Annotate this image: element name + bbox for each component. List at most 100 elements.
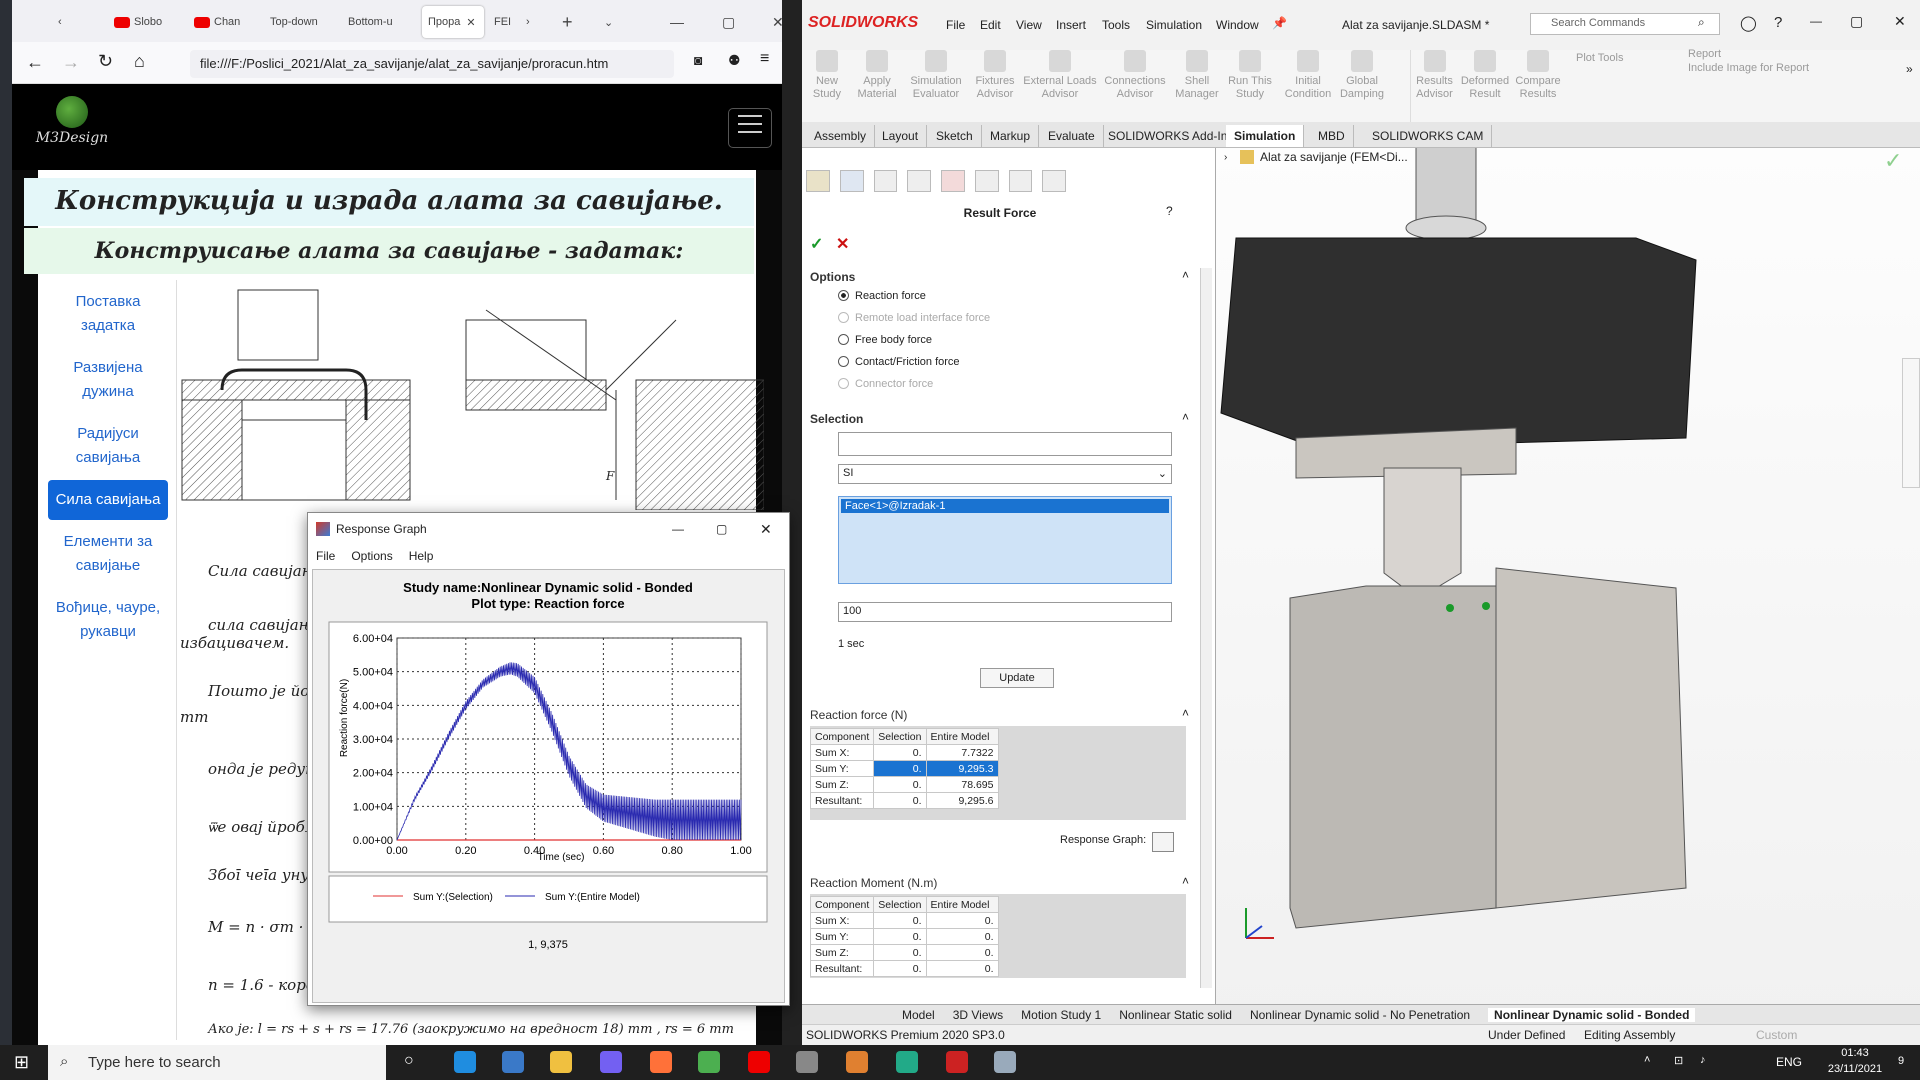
nav-item[interactable]: Развијена дужина <box>48 348 168 412</box>
reload-icon[interactable]: ↻ <box>98 51 113 72</box>
close-window-icon[interactable]: ✕ <box>766 6 782 38</box>
maximize-icon[interactable]: ▢ <box>716 6 740 38</box>
dimxpert-tab-icon[interactable] <box>907 170 931 192</box>
tab[interactable]: Bottom-u <box>342 6 420 38</box>
menu-file[interactable]: File <box>946 18 965 32</box>
compare-results-button[interactable]: Compare Results <box>1512 50 1564 122</box>
maximize-icon[interactable]: ▢ <box>1850 13 1863 30</box>
tab-assembly[interactable]: Assembly <box>806 125 876 147</box>
units-select[interactable]: SI ⌄ <box>838 464 1172 484</box>
feature-tree-tab-icon[interactable] <box>806 170 830 192</box>
contact-friction-radio[interactable]: Contact/Friction force <box>838 356 960 368</box>
shell-manager-button[interactable]: Shell Manager <box>1172 50 1222 122</box>
fixtures-advisor-button[interactable]: Fixtures Advisor <box>968 50 1022 122</box>
selected-face-item[interactable]: Face<1>@Izradak-1 <box>841 499 1169 513</box>
tab-evaluate[interactable]: Evaluate <box>1040 125 1104 147</box>
minimize-icon[interactable]: — <box>672 513 684 545</box>
response-graph-button[interactable] <box>1152 832 1174 852</box>
sublime-icon[interactable] <box>846 1051 868 1073</box>
include-image-button[interactable]: Include Image for Report <box>1688 62 1809 74</box>
account-icon[interactable]: ◯ <box>1740 14 1757 32</box>
help-icon[interactable]: ? <box>1774 14 1782 31</box>
network-icon[interactable]: ⊡ <box>1674 1054 1683 1067</box>
app-icon[interactable] <box>896 1051 918 1073</box>
menu-file[interactable]: File <box>316 549 335 563</box>
menu-icon[interactable]: ≡ <box>760 50 769 68</box>
media-player-icon[interactable] <box>796 1051 818 1073</box>
solidworks-taskbar-icon[interactable] <box>946 1051 968 1073</box>
tab-simulation[interactable]: Simulation <box>1226 125 1305 147</box>
tab-model[interactable]: Model <box>902 1008 935 1022</box>
url-bar[interactable]: file:///F:/Poslici_2021/Alat_za_savijanj… <box>190 50 674 78</box>
run-study-button[interactable]: Run This Study <box>1224 50 1276 122</box>
menu-edit[interactable]: Edit <box>980 18 1001 32</box>
firefox-icon[interactable] <box>650 1051 672 1073</box>
tab-3d-views[interactable]: 3D Views <box>953 1008 1003 1022</box>
home-icon[interactable]: ⌂ <box>134 51 145 72</box>
file-explorer-icon[interactable] <box>550 1051 572 1073</box>
opera-icon[interactable] <box>748 1051 770 1073</box>
status-units[interactable]: Custom <box>1756 1028 1797 1042</box>
tab-layout[interactable]: Layout <box>874 125 928 147</box>
deformed-result-button[interactable]: Deformed Result <box>1460 50 1510 122</box>
table-row-selected[interactable]: Sum Y: 0. 9,295.3 <box>809 760 999 777</box>
language-indicator[interactable]: ENG <box>1776 1055 1802 1069</box>
nav-item[interactable]: Вођице, чауре, рукавци <box>48 588 168 652</box>
new-study-button[interactable]: New Study <box>804 50 850 122</box>
app-icon[interactable] <box>994 1051 1016 1073</box>
cancel-x-icon[interactable]: ✕ <box>836 234 849 254</box>
volume-icon[interactable]: ♪ <box>1700 1054 1706 1066</box>
tab-scroll-right-icon[interactable]: › <box>520 6 540 38</box>
reaction-force-radio[interactable]: Reaction force <box>838 290 926 302</box>
collapse-icon[interactable]: ˄ <box>1182 268 1189 282</box>
graphics-viewport[interactable]: › Alat za savijanje (FEM<Di... ✓ ✕ <box>1216 148 1920 1020</box>
collapse-icon[interactable]: ˄ <box>1182 706 1189 720</box>
apply-material-button[interactable]: Apply Material <box>852 50 902 122</box>
pm-help-icon[interactable]: ? <box>1166 204 1173 218</box>
menu-options[interactable]: Options <box>351 549 392 563</box>
tab[interactable]: Chan <box>188 6 260 38</box>
expand-chevron-icon[interactable]: » <box>1906 62 1913 76</box>
tab-active[interactable]: Прора ✕ <box>422 6 484 38</box>
task-pane-tabs[interactable] <box>1902 358 1920 488</box>
tab-scroll-left-icon[interactable]: ‹ <box>52 6 72 38</box>
camtree-tab-icon[interactable] <box>1008 170 1033 192</box>
maximize-icon[interactable]: ▢ <box>716 513 727 545</box>
close-icon[interactable]: ✕ <box>760 513 772 545</box>
collapse-icon[interactable]: ˄ <box>1182 410 1189 424</box>
update-button[interactable]: Update <box>980 668 1054 688</box>
tab[interactable]: FEI <box>488 6 522 38</box>
close-tab-icon[interactable]: ✕ <box>466 16 475 29</box>
tab-mbd[interactable]: MBD <box>1310 125 1354 147</box>
free-body-force-radio[interactable]: Free body force <box>838 334 932 346</box>
pm-scrollbar[interactable] <box>1200 268 1212 988</box>
tab-dynamic-bonded[interactable]: Nonlinear Dynamic solid - Bonded <box>1488 1007 1696 1022</box>
tab-static-study[interactable]: Nonlinear Static solid <box>1119 1008 1232 1022</box>
selection-input[interactable] <box>838 432 1172 456</box>
tab[interactable]: Top-down <box>264 6 340 38</box>
selected-entities-list[interactable]: Face<1>@Izradak-1 <box>838 496 1172 584</box>
windows-start-icon[interactable]: ⊞ <box>14 1052 29 1073</box>
menu-insert[interactable]: Insert <box>1056 18 1086 32</box>
property-tab-icon[interactable] <box>839 170 864 192</box>
notification-count[interactable]: 9 <box>1898 1055 1904 1067</box>
config-tab-icon[interactable] <box>873 170 898 192</box>
tab-sketch[interactable]: Sketch <box>928 125 982 147</box>
hamburger-menu-button[interactable] <box>728 108 772 148</box>
menu-help[interactable]: Help <box>409 549 434 563</box>
tab-dynamic-no-penetration[interactable]: Nonlinear Dynamic solid - No Penetration <box>1250 1008 1470 1022</box>
step-number-input[interactable]: 100 <box>838 602 1172 622</box>
nav-item[interactable]: Радијуси савијања <box>48 414 168 478</box>
back-icon[interactable]: ← <box>26 52 44 73</box>
edge-icon[interactable] <box>454 1051 476 1073</box>
global-damping-button[interactable]: Global Damping <box>1336 50 1388 122</box>
minimize-icon[interactable]: — <box>1810 14 1822 28</box>
viber-icon[interactable] <box>600 1051 622 1073</box>
sim-tab-icon[interactable] <box>1042 170 1066 192</box>
site-logo[interactable]: M3Design <box>22 96 122 156</box>
nav-item-active[interactable]: Сила савијања <box>48 480 168 520</box>
menu-view[interactable]: View <box>1016 18 1042 32</box>
search-icon[interactable]: ⌕ <box>1698 15 1705 30</box>
extensions-icon[interactable]: ⚉ <box>728 52 741 69</box>
solidworks-logo[interactable]: SOLIDWORKS <box>808 14 918 32</box>
